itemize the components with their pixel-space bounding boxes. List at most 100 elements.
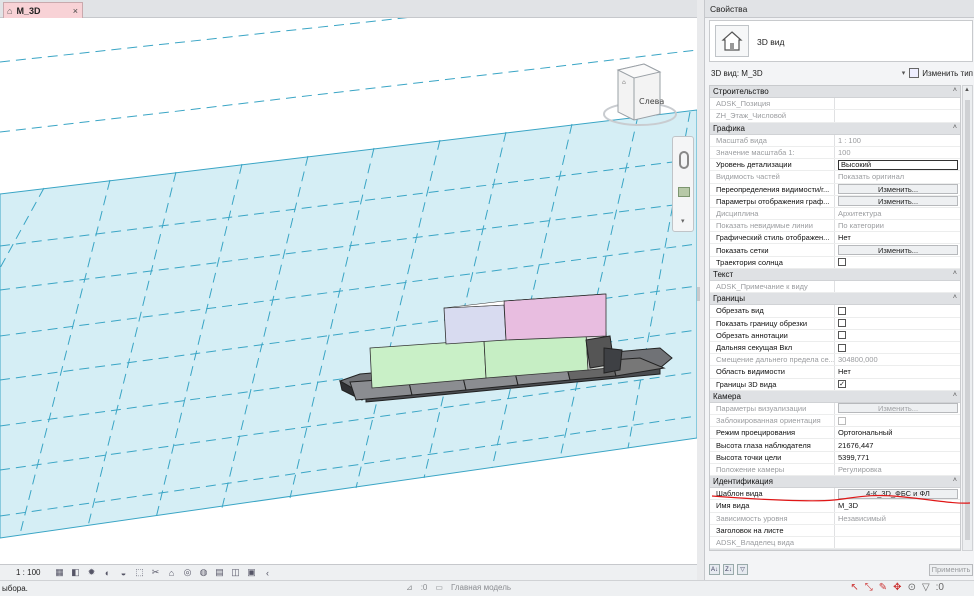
edit-button[interactable]: Изменить... — [838, 196, 958, 207]
shadows-icon[interactable]: ◐ — [101, 566, 114, 579]
collapse-icon[interactable]: ˄ — [953, 477, 957, 484]
property-row[interactable]: Переопределения видимости/г... Изменить..… — [710, 183, 960, 196]
property-value[interactable]: 21676,447 — [835, 439, 960, 450]
property-row[interactable]: Траектория солнца — [710, 256, 960, 269]
chevron-down-icon[interactable]: ▾ — [902, 69, 906, 77]
show-crop-region-icon[interactable]: ✂ — [149, 566, 162, 579]
property-row[interactable]: Показать границу обрезки — [710, 317, 960, 330]
checkbox[interactable]: ✓ — [838, 380, 846, 389]
collapse-icon[interactable]: ˄ — [953, 550, 957, 551]
property-row[interactable]: Уровень детализации Высокий — [710, 159, 960, 172]
analytical-model-icon[interactable]: ◫ — [229, 566, 242, 579]
more-options-icon[interactable]: ‹ — [261, 566, 274, 579]
property-value[interactable] — [835, 342, 960, 353]
tab-m-3d[interactable]: ⌂ M_3D × — [3, 2, 83, 18]
property-value[interactable]: Нет — [835, 366, 960, 377]
property-value[interactable]: Изменить... — [835, 196, 960, 207]
collapse-icon[interactable]: ˄ — [953, 87, 957, 94]
property-row[interactable]: Дальняя секущая Вкл — [710, 341, 960, 355]
property-row[interactable]: Обрезать аннотации — [710, 329, 960, 342]
scroll-up-icon[interactable]: ▲ — [964, 87, 970, 93]
chevron-down-icon[interactable]: ▾ — [681, 217, 685, 225]
property-row[interactable]: Границы 3D вида ✓ — [710, 378, 960, 391]
type-selector-box[interactable]: 3D вид — [709, 20, 973, 62]
property-row[interactable]: Область видимости Нет — [710, 366, 960, 379]
property-name: Высота точки цели — [710, 451, 835, 463]
sort-za-icon[interactable]: Z↓ — [723, 564, 734, 575]
scroll-thumb[interactable] — [965, 100, 970, 540]
property-value[interactable] — [835, 257, 960, 268]
property-value[interactable]: Высокий — [835, 159, 960, 170]
section-header[interactable]: Границы ˄ — [710, 293, 960, 306]
property-row[interactable]: Высота точки цели 5399,771 — [710, 451, 960, 464]
property-row[interactable]: Заголовок на листе — [710, 524, 960, 537]
edit-button[interactable]: Изменить... — [838, 184, 958, 195]
section-header[interactable]: Стадии ˄ — [710, 549, 960, 551]
instance-selector[interactable]: 3D вид: M_3D ▾ Изменить тип — [709, 66, 973, 80]
zoom-icon[interactable] — [678, 187, 690, 197]
property-value[interactable]: 5399,771 — [835, 452, 960, 463]
checkbox[interactable] — [838, 331, 846, 340]
property-value[interactable] — [835, 330, 960, 341]
steering-wheel-icon[interactable] — [679, 151, 689, 169]
property-row[interactable]: Обрезать вид — [710, 305, 960, 318]
property-value[interactable]: ✓ — [835, 379, 960, 390]
constraints-icon[interactable]: ▣ — [245, 566, 258, 579]
render-icon[interactable]: ◒ — [117, 566, 130, 579]
filter-icon[interactable]: ▽ — [922, 582, 930, 593]
collapse-icon[interactable]: ˄ — [953, 124, 957, 131]
worksharing-display-icon[interactable]: ▤ — [213, 566, 226, 579]
3d-viewport[interactable]: Слева ⌂ ▾ — [0, 18, 697, 564]
property-value[interactable]: Нет — [835, 232, 960, 243]
select-pinned-icon[interactable]: ✎ — [879, 582, 887, 593]
select-links-icon[interactable]: ↖ — [850, 582, 858, 593]
property-row[interactable]: Показать сетки Изменить... — [710, 244, 960, 257]
visual-style-icon[interactable]: ◧ — [69, 566, 82, 579]
property-row[interactable]: Параметры отображения граф... Изменить... — [710, 195, 960, 208]
crop-view-icon[interactable]: ⬚ — [133, 566, 146, 579]
filter-params-icon[interactable]: ▽ — [737, 564, 748, 575]
checkbox[interactable] — [838, 343, 846, 352]
property-value[interactable]: Ортогональный — [835, 427, 960, 438]
navigation-bar[interactable]: ▾ — [672, 136, 694, 232]
reveal-hidden-icon[interactable]: ◍ — [197, 566, 210, 579]
section-header[interactable]: Камера ˄ — [710, 390, 960, 403]
close-icon[interactable]: × — [73, 6, 78, 16]
collapse-icon[interactable]: ˄ — [953, 270, 957, 277]
detail-level-icon[interactable]: ▦ — [53, 566, 66, 579]
checkbox[interactable] — [838, 319, 846, 328]
splitter-handle[interactable] — [697, 287, 700, 301]
section-header[interactable]: Графика ˄ — [710, 122, 960, 135]
section-header[interactable]: Текст ˄ — [710, 268, 960, 281]
temporary-hide-icon[interactable]: ◎ — [181, 566, 194, 579]
apply-button[interactable]: Применить — [929, 563, 973, 576]
property-value[interactable]: Изменить... — [835, 244, 960, 256]
property-value[interactable] — [835, 525, 960, 536]
checkbox[interactable] — [838, 306, 846, 315]
property-value[interactable] — [835, 318, 960, 329]
select-by-face-icon[interactable]: ✥ — [893, 582, 901, 593]
property-row[interactable]: Высота глаза наблюдателя 21676,447 — [710, 439, 960, 452]
lock-3d-view-icon[interactable]: ⌂ — [165, 566, 178, 579]
edit-type-button[interactable]: Изменить тип — [909, 68, 973, 78]
workset-icon[interactable]: ▭ — [435, 583, 443, 592]
sun-path-icon[interactable]: ✹ — [85, 566, 98, 579]
edit-button[interactable]: Изменить... — [838, 245, 958, 256]
checkbox[interactable] — [838, 258, 846, 267]
collapse-icon[interactable]: ˄ — [953, 294, 957, 301]
active-workset[interactable]: Главная модель — [451, 583, 511, 592]
property-row[interactable]: Графический стиль отображен... Нет — [710, 232, 960, 245]
property-value[interactable] — [835, 305, 960, 316]
sort-az-icon[interactable]: A↓ — [709, 564, 720, 575]
property-row[interactable]: Режим проецирования Ортогональный — [710, 427, 960, 440]
property-value[interactable]: Изменить... — [835, 184, 960, 195]
drag-elements-icon[interactable]: ⊙ — [908, 582, 916, 593]
properties-scrollbar[interactable]: ▲ — [962, 85, 973, 551]
value-input[interactable]: Высокий — [838, 159, 958, 170]
collapse-icon[interactable]: ˄ — [953, 392, 957, 399]
section-header[interactable]: Идентификация ˄ — [710, 476, 960, 489]
section-header[interactable]: Строительство ˄ — [710, 86, 960, 99]
editable-only-icon[interactable]: ⊿ — [406, 583, 413, 592]
view-scale[interactable]: 1 : 100 — [0, 568, 50, 577]
select-underlay-icon[interactable]: ⤡ — [865, 582, 873, 593]
